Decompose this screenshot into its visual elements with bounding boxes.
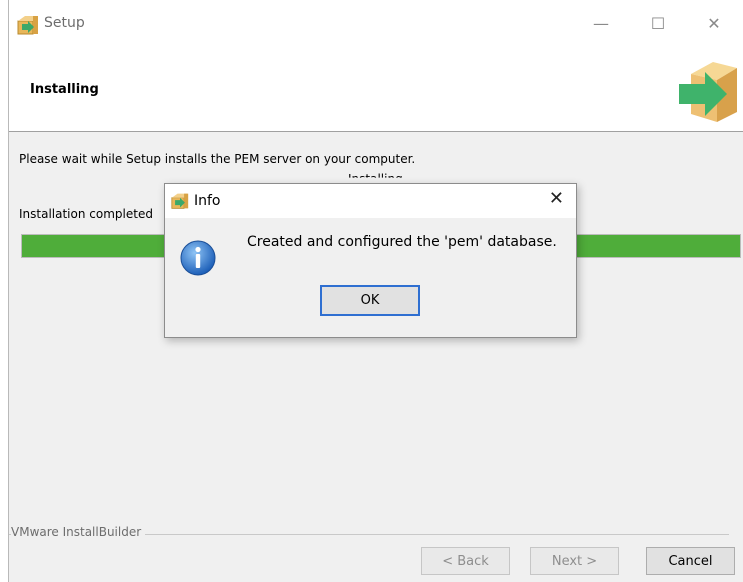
info-icon <box>180 240 216 276</box>
maximize-button[interactable]: ☐ <box>635 8 681 38</box>
window-title: Setup <box>44 15 85 31</box>
install-status: Installation completed <box>19 207 153 221</box>
dialog-title: Info <box>194 193 221 209</box>
close-icon: ✕ <box>707 13 721 33</box>
dialog-close-icon[interactable]: ✕ <box>549 188 564 209</box>
install-description: Please wait while Setup installs the PEM… <box>19 152 416 166</box>
setup-app-icon <box>17 16 38 35</box>
brand-label: VMware InstallBuilder <box>11 525 146 539</box>
page-title: Installing <box>30 82 99 97</box>
back-button[interactable]: < Back <box>421 547 510 575</box>
installer-arrow-box-icon <box>679 62 737 122</box>
wizard-header: Installing <box>9 48 743 132</box>
next-button[interactable]: Next > <box>530 547 619 575</box>
cancel-button[interactable]: Cancel <box>646 547 735 575</box>
ok-button[interactable]: OK <box>320 285 420 316</box>
info-dialog: Info ✕ Created and configured the 'pem' … <box>164 183 577 338</box>
dialog-title-bar[interactable]: Info ✕ <box>165 184 576 218</box>
maximize-icon: ☐ <box>650 13 666 33</box>
title-bar[interactable]: Setup — ☐ ✕ <box>9 0 743 48</box>
minimize-icon: — <box>593 13 609 33</box>
minimize-button[interactable]: — <box>578 8 624 38</box>
close-button[interactable]: ✕ <box>691 8 737 38</box>
dialog-message: Created and configured the 'pem' databas… <box>247 234 557 250</box>
setup-app-icon <box>171 193 189 209</box>
